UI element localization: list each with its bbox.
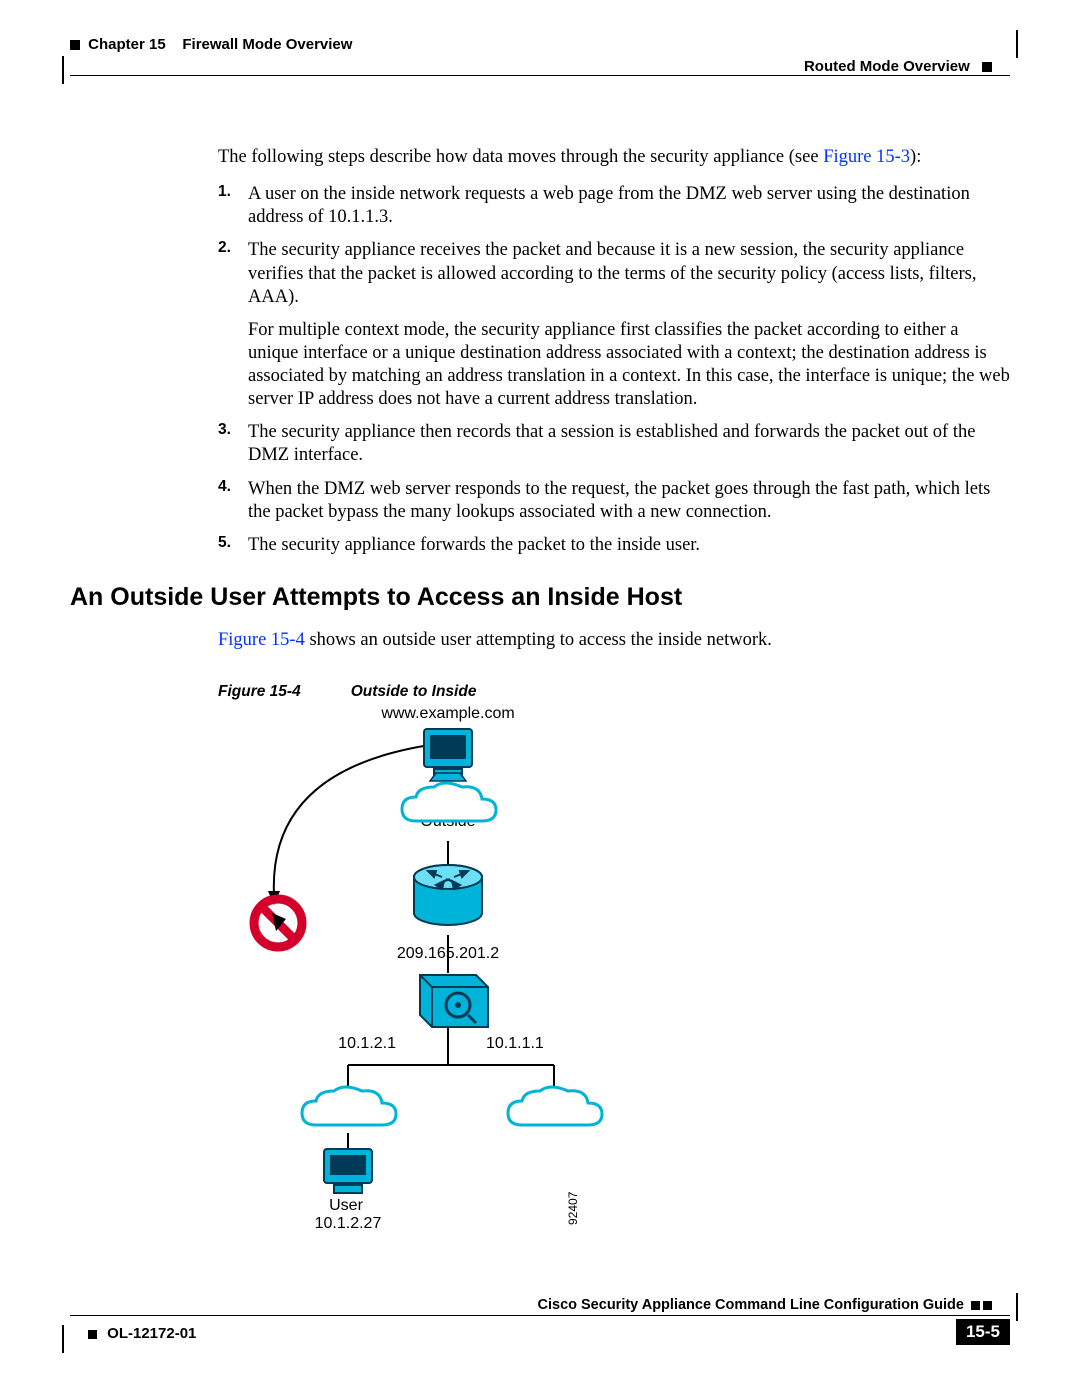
- intro-paragraph: The following steps describe how data mo…: [218, 146, 1010, 169]
- header-left: Chapter 15 Firewall Mode Overview: [70, 36, 352, 53]
- step-5: 5. The security appliance forwards the p…: [218, 534, 1010, 557]
- guide-title-text: Cisco Security Appliance Command Line Co…: [538, 1297, 964, 1313]
- figure-caption: Figure 15-4 Outside to Inside: [218, 683, 1010, 701]
- square-bullet-icon: [70, 40, 80, 50]
- step-number: 4.: [218, 478, 231, 496]
- network-diagram-svg: [218, 705, 738, 1295]
- doc-id-text: OL-12172-01: [107, 1325, 196, 1342]
- cloud-outside-icon: [402, 783, 496, 821]
- prohibited-icon: [254, 899, 302, 947]
- step-text: The security appliance then records that…: [248, 422, 975, 465]
- firewall-icon: [420, 975, 488, 1027]
- section-lead: Figure 15-4 shows an outside user attemp…: [218, 630, 1010, 651]
- cloud-dmz-icon: [508, 1087, 602, 1125]
- header-right: Routed Mode Overview: [804, 58, 992, 75]
- header-rule: [70, 75, 1010, 76]
- page-header: Chapter 15 Firewall Mode Overview Routed…: [70, 36, 1010, 76]
- figure-15-4-link[interactable]: Figure 15-4: [218, 630, 305, 650]
- step-2: 2. The security appliance receives the p…: [218, 239, 1010, 411]
- user-pc-icon: [324, 1149, 372, 1193]
- figure-15-3-link[interactable]: Figure 15-3: [823, 147, 910, 167]
- step-text: A user on the inside network requests a …: [248, 184, 970, 227]
- square-bullet-icon: [983, 1301, 992, 1310]
- lead-post: shows an outside user attempting to acce…: [305, 630, 772, 650]
- intro-text-post: ):: [910, 147, 921, 167]
- footer-doc-id: OL-12172-01: [88, 1325, 196, 1342]
- footer-guide-title: Cisco Security Appliance Command Line Co…: [538, 1297, 993, 1313]
- chapter-title: Firewall Mode Overview: [182, 36, 352, 53]
- square-bullet-icon: [88, 1330, 97, 1339]
- body-text: The following steps describe how data mo…: [218, 146, 1010, 557]
- step-text: The security appliance receives the pack…: [248, 240, 976, 306]
- step-3: 3. The security appliance then records t…: [218, 421, 1010, 467]
- step-1: 1. A user on the inside network requests…: [218, 183, 1010, 229]
- figure-caption-title: Outside to Inside: [351, 683, 477, 700]
- footer-rule: [70, 1315, 1010, 1316]
- square-bullet-icon: [971, 1301, 980, 1310]
- figure-caption-number: Figure 15-4: [218, 683, 301, 700]
- intro-text-pre: The following steps describe how data mo…: [218, 147, 823, 167]
- footer-page-number: 15-5: [956, 1319, 1010, 1345]
- section-heading: An Outside User Attempts to Access an In…: [70, 583, 1010, 612]
- router-icon: [414, 865, 482, 925]
- square-bullet-icon: [982, 62, 992, 72]
- header-tick-left: [62, 56, 64, 84]
- footer-tick-right: [1016, 1293, 1018, 1321]
- cloud-inside-icon: [302, 1087, 396, 1125]
- footer-tick-left: [62, 1325, 64, 1353]
- step-number: 2.: [218, 239, 231, 257]
- step-number: 1.: [218, 183, 231, 201]
- chapter-label: Chapter 15: [88, 36, 166, 53]
- step-number: 3.: [218, 421, 231, 439]
- figure-15-4: www.example.com Outside 209.165.201.2 10…: [218, 705, 738, 1295]
- header-tick-right: [1016, 30, 1018, 58]
- page-footer: Cisco Security Appliance Command Line Co…: [70, 1315, 1010, 1361]
- steps-list: 1. A user on the inside network requests…: [218, 183, 1010, 557]
- step-subparagraph: For multiple context mode, the security …: [248, 319, 1010, 412]
- host-icon: [424, 729, 472, 781]
- step-number: 5.: [218, 534, 231, 552]
- step-text: When the DMZ web server responds to the …: [248, 479, 990, 522]
- section-title: Routed Mode Overview: [804, 58, 970, 75]
- step-text: The security appliance forwards the pack…: [248, 535, 700, 555]
- step-4: 4. When the DMZ web server responds to t…: [218, 478, 1010, 524]
